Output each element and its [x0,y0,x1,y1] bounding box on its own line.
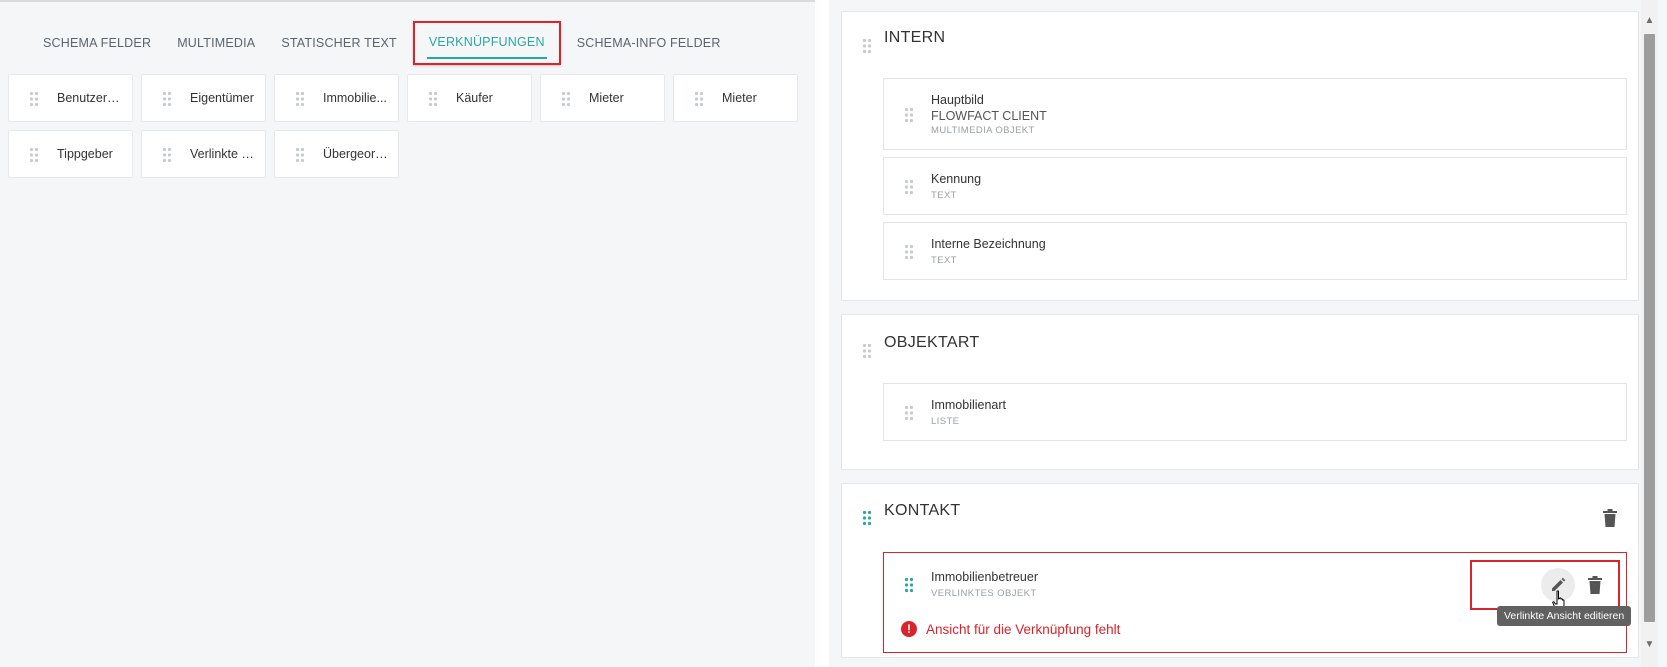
chip-tippgeber[interactable]: Tippgeber [8,130,133,178]
error-message: Ansicht für die Verknüpfung fehlt [926,621,1121,637]
chip-label: Mieter [722,91,757,105]
field-name: Immobilienart [931,398,1007,412]
link-field-palette: Benutzerd... Eigentümer Immobilie... Käu… [8,74,808,186]
chip-label: Tippgeber [57,147,113,161]
field-type: LISTE [931,416,960,427]
drag-handle-icon[interactable] [862,38,872,54]
tab-verknuepfungen[interactable]: VERKNÜPFUNGEN [412,21,561,65]
drag-handle-icon [295,91,305,107]
chip-row: Benutzerd... Eigentümer Immobilie... Käu… [8,74,808,122]
field-name: Interne Bezeichnung [931,237,1046,251]
chip-label: Immobilie... [323,91,387,105]
field-type: TEXT [931,190,957,201]
drag-handle-icon [904,107,914,123]
field-type: MULTIMEDIA OBJEKT [931,125,1035,136]
chip-mieter-2[interactable]: Mieter [673,74,798,122]
delete-field-trash-icon[interactable] [1587,576,1603,594]
field-kennung[interactable]: Kennung TEXT [883,157,1627,215]
field-immobilienart[interactable]: Immobilienart LISTE [883,383,1627,441]
chip-kaeufer[interactable]: Käufer [407,74,532,122]
scroll-thumb[interactable] [1644,34,1655,622]
drag-handle-icon [694,91,704,107]
element-tabs: SCHEMA FELDER MULTIMEDIA STATISCHER TEXT… [30,21,734,65]
field-name: Kennung [931,172,982,186]
drag-handle-icon [29,91,39,107]
error-icon: ! [901,621,917,637]
field-subtitle: FLOWFACT CLIENT [931,109,1047,123]
chip-label: Übergeord... [323,147,390,161]
chip-label: Mieter [589,91,624,105]
drag-handle-icon [295,147,305,163]
pane-divider [815,0,829,667]
drag-handle-icon [428,91,438,107]
drag-handle-icon[interactable] [862,343,872,359]
drag-handle-icon[interactable] [862,510,872,526]
chip-eigentuemer[interactable]: Eigentümer [141,74,266,122]
field-type: VERLINKTES OBJEKT [931,588,1037,599]
scroll-down-icon[interactable]: ▼ [1641,636,1658,653]
field-name: Immobilienbetreuer [931,570,1038,584]
drag-handle-icon [904,244,914,260]
chip-uebergeordnet[interactable]: Übergeord... [274,130,399,178]
drag-handle-icon [904,179,914,195]
tab-multimedia[interactable]: MULTIMEDIA [164,23,268,63]
field-hauptbild[interactable]: Hauptbild FLOWFACT CLIENT MULTIMEDIA OBJ… [883,78,1627,150]
drag-handle-icon [904,577,914,593]
field-name: Hauptbild [931,93,984,107]
vertical-scrollbar[interactable]: ▲ ▼ [1641,0,1658,667]
field-interne-bezeichnung[interactable]: Interne Bezeichnung TEXT [883,222,1627,280]
section-title: INTERN [884,29,946,46]
chip-label: Käufer [456,91,493,105]
top-divider [0,0,815,2]
chip-immobilie[interactable]: Immobilie... [274,74,399,122]
section-objektart: OBJEKTART Immobilienart LISTE [841,314,1639,470]
chip-row: Tippgeber Verlinkte E... Übergeord... [8,130,808,178]
chip-verlinkte-entitaet[interactable]: Verlinkte E... [141,130,266,178]
chip-label: Eigentümer [190,91,254,105]
scroll-up-icon[interactable]: ▲ [1641,12,1658,29]
drag-handle-icon [29,147,39,163]
chip-mieter[interactable]: Mieter [540,74,665,122]
chip-label: Benutzerd... [57,91,124,105]
field-type: TEXT [931,255,957,266]
tab-statischer-text[interactable]: STATISCHER TEXT [268,23,410,63]
chip-benutzerdefiniert[interactable]: Benutzerd... [8,74,133,122]
chip-label: Verlinkte E... [190,147,257,161]
drag-handle-icon [561,91,571,107]
error-message-row: ! Ansicht für die Verknüpfung fehlt [901,621,1120,637]
tab-schema-felder[interactable]: SCHEMA FELDER [30,23,164,63]
delete-section-trash-icon[interactable] [1602,509,1618,527]
drag-handle-icon [162,91,172,107]
left-pane: SCHEMA FELDER MULTIMEDIA STATISCHER TEXT… [0,0,815,667]
section-title: OBJEKTART [884,334,980,351]
drag-handle-icon [904,405,914,421]
tab-schema-info-felder[interactable]: SCHEMA-INFO FELDER [564,23,734,63]
section-intern: INTERN Hauptbild FLOWFACT CLIENT MULTIME… [841,11,1639,301]
section-title: KONTAKT [884,502,961,519]
drag-handle-icon [162,147,172,163]
tooltip: Verlinkte Ansicht editieren [1497,606,1632,626]
